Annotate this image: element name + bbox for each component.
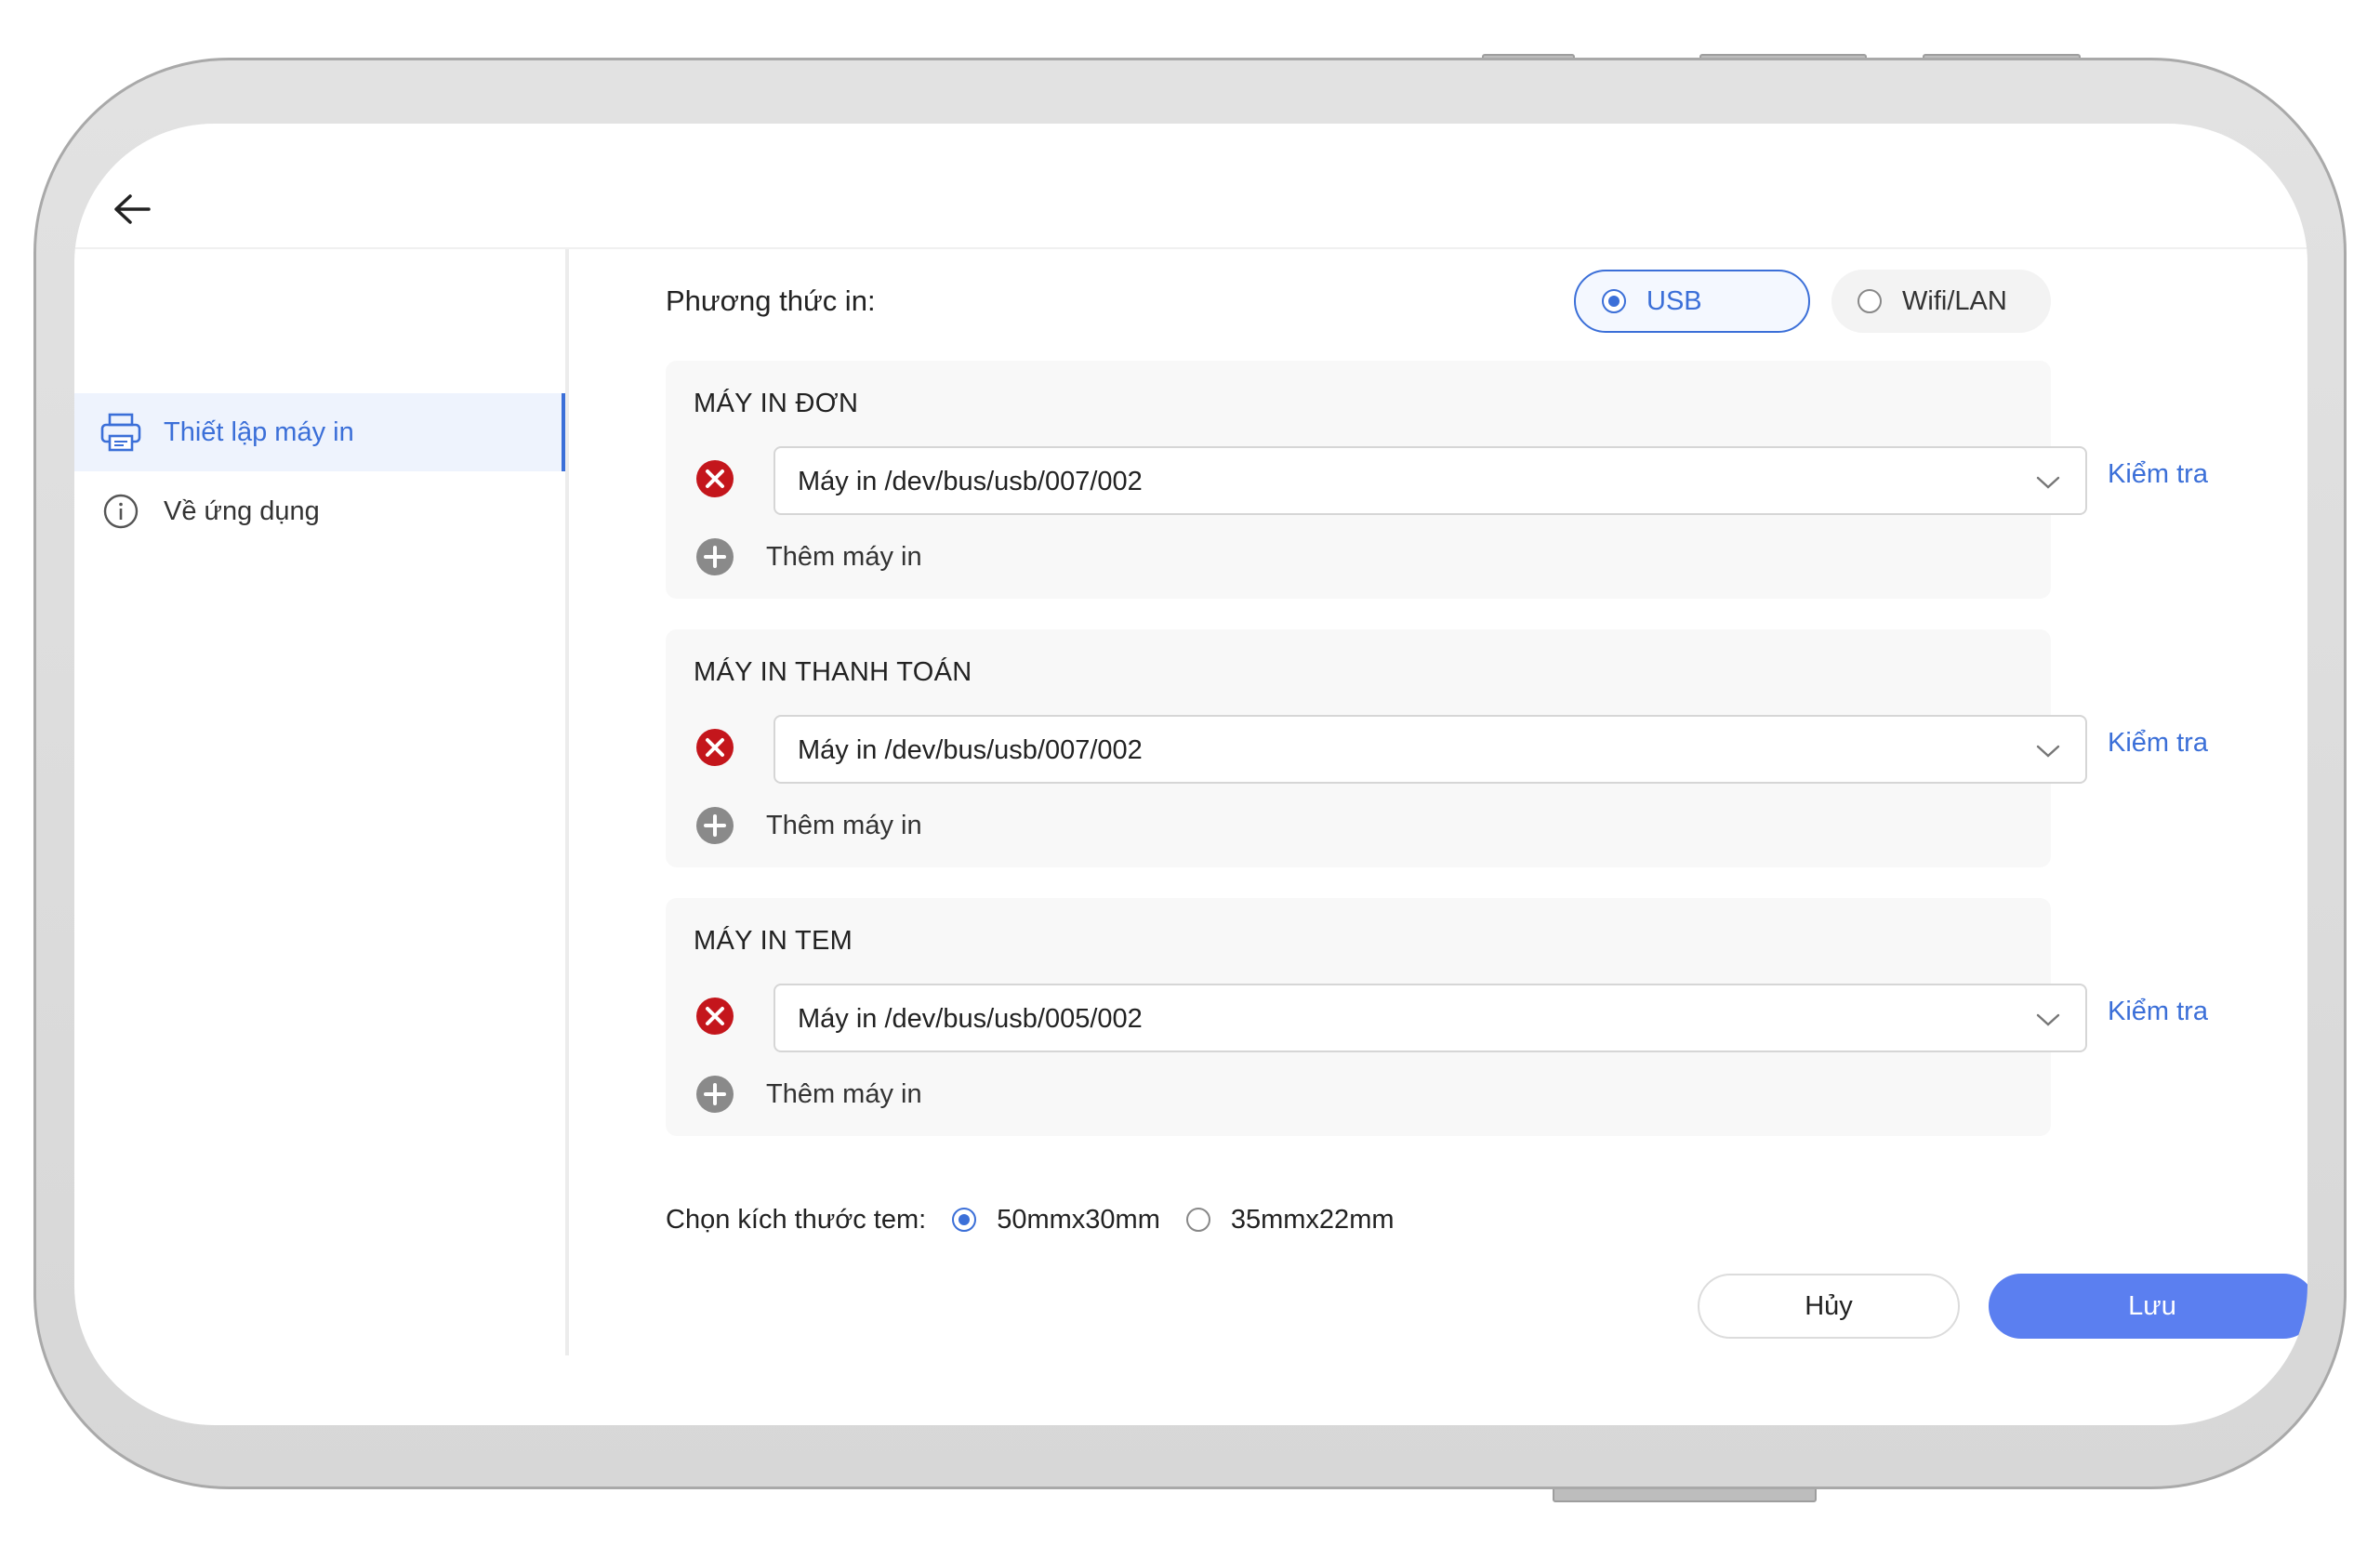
printer-select[interactable]: Máy in /dev/bus/usb/007/002 — [774, 446, 2087, 515]
sidebar-item-printer-setup[interactable]: Thiết lập máy in — [74, 393, 565, 471]
sidebar-item-about[interactable]: Về ứng dụng — [74, 472, 562, 550]
add-printer-button[interactable]: Thêm máy in — [695, 806, 922, 845]
section-title: MÁY IN ĐƠN — [694, 389, 859, 418]
section-title: MÁY IN TEM — [694, 926, 853, 956]
check-printer-link[interactable]: Kiểm tra — [2108, 728, 2208, 759]
chevron-down-icon — [2036, 476, 2060, 489]
chevron-down-icon — [2036, 1013, 2060, 1026]
main-content: Phương thức in: USB Wifi/LAN MÁY IN ĐƠN … — [595, 249, 2268, 1355]
cancel-button[interactable]: Hủy — [1698, 1274, 1960, 1339]
sidebar-item-label: Thiết lập máy in — [164, 416, 354, 447]
label-size-option-35x22[interactable]: 35mmx22mm — [1185, 1204, 1395, 1235]
add-printer-label: Thêm máy in — [766, 541, 922, 572]
printer-select[interactable]: Máy in /dev/bus/usb/005/002 — [774, 984, 2087, 1052]
top-bar — [74, 124, 2307, 249]
add-printer-label: Thêm máy in — [766, 1078, 922, 1109]
section-payment-printer: MÁY IN THANH TOÁN Máy in /dev/bus/usb/00… — [666, 629, 2208, 867]
print-method-usb-option[interactable]: USB — [1574, 270, 1810, 333]
radio-unselected-icon — [1185, 1208, 1210, 1232]
remove-printer-icon[interactable] — [695, 459, 734, 498]
wifi-label: Wifi/LAN — [1902, 285, 2007, 316]
usb-label: USB — [1646, 285, 1702, 316]
chevron-down-icon — [2036, 745, 2060, 758]
plus-circle-icon — [696, 538, 734, 575]
label-size-label: Chọn kích thước tem: — [666, 1204, 927, 1235]
label-size-option-label: 35mmx22mm — [1230, 1204, 1395, 1235]
add-printer-button[interactable]: Thêm máy in — [695, 1075, 922, 1114]
label-size-option-50x30[interactable]: 50mmx30mm — [952, 1205, 1160, 1235]
label-size-row: Chọn kích thước tem: 50mmx30mm 35mmx22mm — [666, 1199, 1395, 1240]
printer-select[interactable]: Máy in /dev/bus/usb/007/002 — [774, 715, 2087, 784]
save-button[interactable]: Lưu — [1989, 1274, 2307, 1339]
printer-select-value: Máy in /dev/bus/usb/005/002 — [798, 1004, 1143, 1034]
section-order-printer: MÁY IN ĐƠN Máy in /dev/bus/usb/007/002 K… — [666, 361, 2208, 599]
section-title: MÁY IN THANH TOÁN — [694, 657, 972, 687]
info-icon — [99, 489, 143, 534]
plus-circle-icon — [696, 1076, 734, 1113]
sidebar: Thiết lập máy in Về ứng dụng — [74, 249, 569, 1355]
remove-printer-icon[interactable] — [695, 728, 734, 767]
print-method-wifi-option[interactable]: Wifi/LAN — [1831, 270, 2051, 333]
app-screen: Thiết lập máy in Về ứng dụng Phương thức… — [74, 124, 2307, 1425]
plus-circle-icon — [696, 807, 734, 844]
check-printer-link[interactable]: Kiểm tra — [2108, 997, 2208, 1027]
print-method-label: Phương thức in: — [666, 284, 876, 317]
back-arrow-icon[interactable] — [112, 191, 152, 228]
sidebar-item-label: Về ứng dụng — [164, 496, 320, 526]
add-printer-label: Thêm máy in — [766, 810, 922, 840]
remove-printer-icon[interactable] — [695, 997, 734, 1036]
label-size-option-label: 50mmx30mm — [997, 1204, 1160, 1235]
printer-select-value: Máy in /dev/bus/usb/007/002 — [798, 735, 1143, 765]
check-printer-link[interactable]: Kiểm tra — [2108, 459, 2208, 490]
section-label-printer: MÁY IN TEM Máy in /dev/bus/usb/005/002 K… — [666, 898, 2208, 1136]
radio-selected-icon — [952, 1208, 977, 1232]
printer-select-value: Máy in /dev/bus/usb/007/002 — [798, 467, 1143, 496]
add-printer-button[interactable]: Thêm máy in — [695, 537, 922, 576]
radio-unselected-icon — [1858, 289, 1882, 313]
radio-selected-icon — [1602, 289, 1626, 313]
printer-icon — [99, 410, 143, 455]
